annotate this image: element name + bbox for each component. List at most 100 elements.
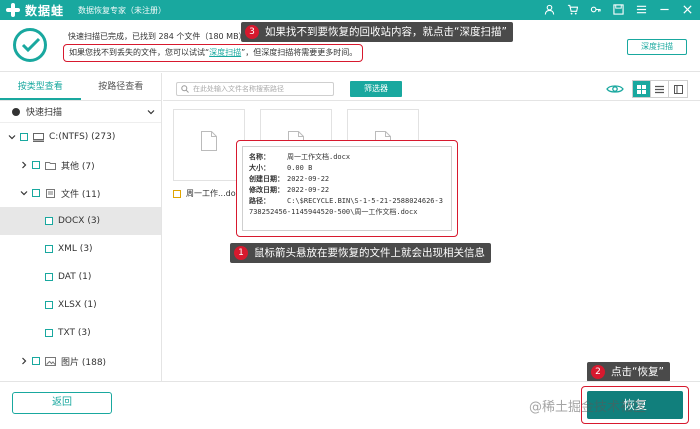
- tooltip-name-label: 名称：: [249, 153, 270, 161]
- deep-scan-hint-prefix: 如果您找不到丢失的文件，您可以试试“: [69, 48, 210, 57]
- app-brand: 数据蛙: [25, 3, 65, 18]
- checkbox[interactable]: [32, 161, 40, 169]
- callout-3: 3 如果找不到要恢复的回收站内容，就点击“深度扫描”: [241, 22, 513, 42]
- search-icon: [181, 85, 189, 93]
- tooltip-name-value: 周一工作文档.docx: [287, 153, 351, 161]
- checkbox[interactable]: [32, 357, 40, 365]
- radio-dot-icon: [12, 107, 20, 116]
- callout-3-text: 如果找不到要恢复的回收站内容，就点击“深度扫描”: [265, 26, 507, 38]
- tree-item-xlsx[interactable]: XLSX (1): [0, 291, 161, 319]
- file-tile[interactable]: [173, 109, 245, 181]
- search-placeholder: 在此处输入文件名称搜索路径: [193, 85, 284, 93]
- tree-item-label: 其他 (7): [61, 161, 95, 172]
- detail-view-button[interactable]: [669, 81, 687, 97]
- tree-item-files[interactable]: 文件 (11): [0, 179, 161, 207]
- view-tabs: 按类型查看 按路径查看: [0, 73, 161, 101]
- file-info-content: 名称： 周一工作文档.docx 大小： 0.00 B 创建日期： 2022-09-22…: [242, 146, 452, 231]
- tooltip-created-value: 2022-09-22: [287, 175, 330, 183]
- tree-item-images[interactable]: 图片 (188): [0, 347, 161, 375]
- deep-scan-button[interactable]: 深度扫描: [627, 39, 687, 55]
- filter-button[interactable]: 筛选器: [350, 81, 402, 97]
- tree-item-label: TXT (3): [58, 328, 91, 338]
- checkbox[interactable]: [20, 133, 28, 141]
- tooltip-created-row: 创建日期： 2022-09-22: [249, 174, 445, 185]
- drive-icon: [33, 132, 44, 142]
- chevron-right-icon[interactable]: [20, 161, 28, 169]
- callout-2-number: 2: [591, 365, 605, 379]
- save-icon[interactable]: [611, 2, 625, 16]
- eye-icon[interactable]: [606, 83, 624, 95]
- tooltip-modified-row: 修改日期： 2022-09-22: [249, 185, 445, 196]
- callout-1-text: 鼠标箭头悬放在要恢复的文件上就会出现相关信息: [254, 247, 485, 259]
- chevron-right-icon[interactable]: [20, 357, 28, 365]
- sidebar: 按类型查看 按路径查看 快速扫描 C:(NTFS) (273) 其他 (7) 文…: [0, 73, 162, 381]
- tooltip-modified-label: 修改日期：: [249, 186, 284, 194]
- minimize-icon[interactable]: [657, 2, 671, 16]
- tree-item-label: XLSX (1): [58, 300, 97, 310]
- grid-view-button[interactable]: [633, 81, 651, 97]
- check-circle-icon: [13, 28, 47, 62]
- grid-icon: [637, 84, 646, 94]
- view-mode-switch: [632, 80, 688, 98]
- menu-icon[interactable]: [634, 2, 648, 16]
- app-subtitle: 数据恢复专家（未注册）: [78, 5, 167, 15]
- tree-item-label: XML (3): [58, 244, 93, 254]
- callout-1-number: 1: [234, 246, 248, 260]
- checkbox[interactable]: [45, 273, 53, 281]
- tree-item-other[interactable]: 其他 (7): [0, 151, 161, 179]
- checkbox[interactable]: [45, 217, 53, 225]
- scan-mode-label: 快速扫描: [26, 108, 63, 118]
- file-tile-label[interactable]: 周一工作...docx: [173, 188, 245, 199]
- checkbox[interactable]: [45, 301, 53, 309]
- deep-scan-hint: 如果您找不到丢失的文件，您可以试试“深度扫描”，但深度扫描将需要更多时间。: [63, 44, 364, 62]
- chevron-down-icon[interactable]: [20, 189, 28, 197]
- tree-item-c-drive[interactable]: C:(NTFS) (273): [0, 123, 161, 151]
- checkbox[interactable]: [173, 189, 181, 198]
- tree-item-label: 文件 (11): [61, 189, 101, 200]
- account-icon[interactable]: [542, 2, 556, 16]
- callout-3-number: 3: [245, 25, 259, 39]
- title-bar: 数据蛙 数据恢复专家（未注册）: [0, 0, 700, 20]
- columns-icon: [673, 84, 683, 94]
- tooltip-size-value: 0.00 B: [287, 164, 313, 172]
- deep-scan-link[interactable]: 深度扫描: [209, 48, 241, 57]
- tab-by-type[interactable]: 按类型查看: [0, 73, 81, 100]
- tooltip-name-row: 名称： 周一工作文档.docx: [249, 152, 445, 163]
- tooltip-modified-value: 2022-09-22: [287, 186, 330, 194]
- divider: [163, 100, 700, 101]
- key-icon[interactable]: [588, 2, 602, 16]
- tooltip-path-row: 路径： C:\$RECYCLE.BIN\S-1-5-21-2588024626-3…: [249, 196, 445, 218]
- back-button[interactable]: 返回: [12, 392, 112, 414]
- divider: [0, 381, 700, 382]
- file-info-tooltip: 名称： 周一工作文档.docx 大小： 0.00 B 创建日期： 2022-09-22…: [236, 140, 458, 237]
- tree-item-label: DAT (1): [58, 272, 92, 282]
- watermark: @稀土掘金技术社区: [529, 400, 647, 415]
- tree-item-txt[interactable]: TXT (3): [0, 319, 161, 347]
- chevron-down-icon[interactable]: [8, 133, 16, 141]
- search-input[interactable]: 在此处输入文件名称搜索路径: [176, 82, 334, 96]
- tooltip-created-label: 创建日期：: [249, 175, 284, 183]
- window-controls: [542, 2, 694, 16]
- tree-item-dat[interactable]: DAT (1): [0, 263, 161, 291]
- logo-plus-icon: [6, 3, 20, 17]
- callout-2: 2 点击“恢复”: [587, 362, 670, 382]
- document-icon: [201, 131, 217, 151]
- folder-icon: [45, 161, 56, 170]
- close-icon[interactable]: [680, 2, 694, 16]
- tooltip-size-label: 大小：: [249, 164, 270, 172]
- list-view-button[interactable]: [651, 81, 669, 97]
- image-icon: [45, 356, 56, 366]
- cart-icon[interactable]: [565, 2, 579, 16]
- tree-item-docx[interactable]: DOCX (3): [0, 207, 161, 235]
- checkbox[interactable]: [45, 329, 53, 337]
- scan-mode-dropdown[interactable]: 快速扫描: [0, 101, 161, 123]
- tooltip-size-row: 大小： 0.00 B: [249, 163, 445, 174]
- tree-item-label: 图片 (188): [61, 357, 107, 368]
- deep-scan-hint-suffix: ”，但深度扫描将需要更多时间。: [241, 48, 358, 57]
- tree-item-xml[interactable]: XML (3): [0, 235, 161, 263]
- checkbox[interactable]: [45, 245, 53, 253]
- callout-1: 1 鼠标箭头悬放在要恢复的文件上就会出现相关信息: [230, 243, 491, 263]
- scan-complete-text: 快速扫描已完成，已找到 284 个文件（180 MB）: [68, 32, 247, 41]
- tab-by-path[interactable]: 按路径查看: [81, 73, 162, 100]
- checkbox[interactable]: [32, 189, 40, 197]
